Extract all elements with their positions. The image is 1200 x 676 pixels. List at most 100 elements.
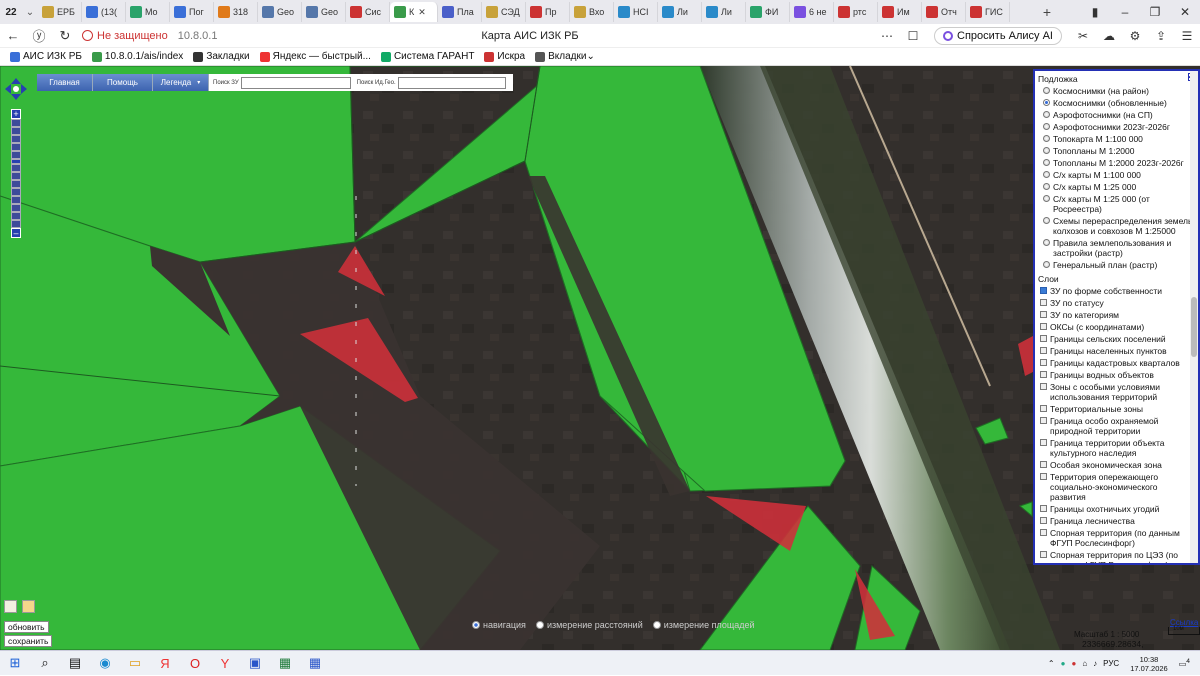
layer-option[interactable]: Особая экономическая зона bbox=[1035, 459, 1198, 471]
explorer-icon[interactable]: ▭ bbox=[120, 655, 150, 671]
tab-1[interactable]: (13( bbox=[82, 2, 126, 22]
radio-button[interactable] bbox=[1043, 183, 1050, 190]
layer-option[interactable]: ОКСы (с координатами) bbox=[1035, 321, 1198, 333]
tab-5[interactable]: Geo bbox=[258, 2, 302, 22]
save-app-icon[interactable]: ▣ bbox=[240, 655, 270, 671]
radio-button[interactable] bbox=[1043, 135, 1050, 142]
tab-13[interactable]: НСІ bbox=[614, 2, 658, 22]
opera-icon[interactable]: O bbox=[180, 656, 210, 671]
checkbox[interactable] bbox=[1040, 299, 1047, 306]
minimize-icon[interactable]: – bbox=[1110, 5, 1140, 19]
bookmark-item[interactable]: Система ГАРАНТ bbox=[380, 51, 474, 62]
layer-option[interactable]: ЗУ по статусу bbox=[1035, 297, 1198, 309]
zoom-level-step[interactable] bbox=[11, 220, 21, 228]
basemap-option[interactable]: Топокарта М 1:100 000 bbox=[1035, 133, 1198, 145]
zoom-level-step[interactable] bbox=[11, 151, 21, 159]
bookmark-icon[interactable]: ▮ bbox=[1080, 5, 1110, 19]
tab-3[interactable]: Пог bbox=[170, 2, 214, 22]
checkbox[interactable] bbox=[1040, 529, 1047, 536]
extensions-icon[interactable]: ⚙ bbox=[1122, 29, 1148, 43]
layer-option[interactable]: Границы населенных пунктов bbox=[1035, 345, 1198, 357]
checkbox[interactable] bbox=[1040, 323, 1047, 330]
refresh-button[interactable]: обновить bbox=[4, 621, 49, 633]
tab-9[interactable]: Пла bbox=[438, 2, 482, 22]
zoom-level-step[interactable] bbox=[11, 196, 21, 204]
zoom-level-step[interactable] bbox=[11, 204, 21, 212]
bookmark-item[interactable]: Искра bbox=[484, 51, 525, 62]
tab-2[interactable]: Mo bbox=[126, 2, 170, 22]
layer-option[interactable]: Граница лесничества bbox=[1035, 515, 1198, 527]
checkbox[interactable] bbox=[1040, 517, 1047, 524]
layer-option[interactable]: Границы водных объектов bbox=[1035, 369, 1198, 381]
layer-option[interactable]: Зоны с особыми условиями использования т… bbox=[1035, 381, 1198, 403]
map-canvas[interactable]: Главная Помощь Легенда ▾ Поиск ЗУ Поиск … bbox=[0, 66, 1200, 650]
tab-0[interactable]: ЕРБ bbox=[38, 2, 82, 22]
language-indicator[interactable]: РУС bbox=[1103, 659, 1119, 668]
bookmark-item[interactable]: АИС ИЗК РБ bbox=[10, 51, 82, 62]
layer-option[interactable]: Границы сельских поселений bbox=[1035, 333, 1198, 345]
chevron-up-icon[interactable]: ⌃ bbox=[1048, 659, 1055, 668]
edge-icon[interactable]: ◉ bbox=[90, 655, 120, 671]
zoom-in-button[interactable]: + bbox=[11, 109, 21, 119]
layer-option[interactable]: Граница особо охраняемой природной терри… bbox=[1035, 415, 1198, 437]
shield-icon[interactable]: ● bbox=[1061, 659, 1066, 668]
help-button[interactable]: Помощь bbox=[93, 74, 153, 91]
zoom-level-step[interactable] bbox=[11, 172, 21, 180]
tab-12[interactable]: Вхо bbox=[570, 2, 614, 22]
zoom-level-step[interactable] bbox=[11, 180, 21, 188]
layer-option[interactable]: ЗУ по категориям bbox=[1035, 309, 1198, 321]
mode-option[interactable]: измерение расстояний bbox=[535, 620, 643, 630]
basemap-option[interactable]: Космоснимки (на район) bbox=[1035, 85, 1198, 97]
notifications-icon[interactable]: ▭4 bbox=[1179, 658, 1190, 669]
panel-scrollbar[interactable] bbox=[1190, 71, 1198, 563]
close-window-icon[interactable]: ✕ bbox=[1170, 5, 1200, 19]
checkbox[interactable] bbox=[1040, 383, 1047, 390]
excel-icon[interactable]: ▦ bbox=[270, 655, 300, 671]
zoom-out-button[interactable]: – bbox=[11, 228, 21, 238]
network-icon[interactable]: ⌂ bbox=[1082, 659, 1087, 668]
search-zu-input[interactable] bbox=[240, 76, 351, 89]
cloud-icon[interactable]: ☁ bbox=[1096, 29, 1122, 43]
basemap-option[interactable]: Генеральный план (растр) bbox=[1035, 259, 1198, 271]
zoom-level-step[interactable] bbox=[11, 143, 21, 151]
close-tab-icon[interactable]: ✕ bbox=[418, 7, 426, 18]
checkbox[interactable] bbox=[1040, 371, 1047, 378]
search-geo-input[interactable] bbox=[397, 76, 506, 89]
bookmark-add-icon[interactable]: ☐ bbox=[900, 29, 926, 43]
new-tab-button[interactable]: + bbox=[1036, 4, 1058, 20]
basemap-option[interactable]: Космоснимки (обновленные) bbox=[1035, 97, 1198, 109]
radio-button[interactable] bbox=[1043, 99, 1050, 106]
basemap-option[interactable]: Топопланы М 1:2000 bbox=[1035, 145, 1198, 157]
radio-button[interactable] bbox=[1043, 171, 1050, 178]
basemap-option[interactable]: С/х карты М 1:100 000 bbox=[1035, 169, 1198, 181]
layer-option[interactable]: Границы охотничьих угодий bbox=[1035, 503, 1198, 515]
bookmark-item[interactable]: Яндекс — быстрый... bbox=[259, 51, 371, 62]
radio-button[interactable] bbox=[535, 621, 544, 629]
zoom-level-step[interactable] bbox=[11, 127, 21, 135]
radio-button[interactable] bbox=[1043, 87, 1050, 94]
legend-button[interactable]: Легенда ▾ bbox=[153, 74, 209, 91]
tab-count[interactable]: 22 bbox=[0, 7, 22, 18]
checkbox[interactable] bbox=[1040, 311, 1047, 318]
tab-6[interactable]: Geo bbox=[302, 2, 346, 22]
pan-arrows-icon[interactable] bbox=[5, 78, 27, 100]
radio-button[interactable] bbox=[1043, 195, 1050, 202]
restore-icon[interactable]: ❐ bbox=[1140, 5, 1170, 19]
basemap-option[interactable]: Схемы перераспределения земель колхозов … bbox=[1035, 215, 1198, 237]
scroll-thumb[interactable] bbox=[1191, 297, 1197, 357]
tab-17[interactable]: 6 не bbox=[790, 2, 834, 22]
zoom-level-step[interactable] bbox=[11, 212, 21, 220]
radio-button[interactable] bbox=[1043, 261, 1050, 268]
tab-19[interactable]: Им bbox=[878, 2, 922, 22]
clock[interactable]: 10:38 17.07.2026 bbox=[1130, 655, 1168, 673]
basemap-option[interactable]: Топопланы М 1:2000 2023г-2026г bbox=[1035, 157, 1198, 169]
checkbox[interactable] bbox=[1040, 335, 1047, 342]
checkbox[interactable] bbox=[1040, 417, 1047, 424]
tab-10[interactable]: СЭД bbox=[482, 2, 526, 22]
layer-option[interactable]: ЗУ по форме собственности bbox=[1035, 285, 1198, 297]
radio-button[interactable] bbox=[1043, 159, 1050, 166]
layer-option[interactable]: Территориальные зоны bbox=[1035, 403, 1198, 415]
share-icon[interactable]: ⇪ bbox=[1148, 29, 1174, 43]
basemap-option[interactable]: Правила землепользования и застройки (ра… bbox=[1035, 237, 1198, 259]
layer-option[interactable]: Граница территории объекта культурного н… bbox=[1035, 437, 1198, 459]
